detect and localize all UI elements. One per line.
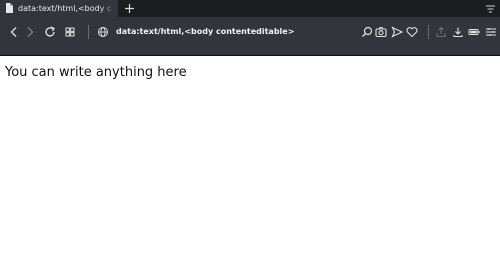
reload-icon[interactable] [43, 25, 57, 39]
tab-list-menu-icon[interactable] [485, 4, 496, 14]
document-icon [6, 3, 13, 13]
send-icon[interactable] [390, 25, 404, 39]
zoom-icon[interactable] [360, 25, 374, 39]
toolbar-divider [88, 25, 89, 39]
tab-title: data:text/html,<body contenteditable> [18, 4, 112, 13]
page-content[interactable]: You can write anything here [0, 56, 500, 253]
globe-icon [98, 27, 108, 37]
navigation-toolbar: data:text/html,<body contenteditable> [0, 17, 500, 56]
share-icon[interactable] [434, 25, 448, 39]
back-icon[interactable] [7, 25, 21, 39]
camera-icon[interactable] [374, 25, 388, 39]
download-icon[interactable] [451, 25, 465, 39]
menu-icon[interactable] [484, 25, 498, 39]
heart-icon[interactable] [405, 25, 419, 39]
new-tab-plus-icon[interactable] [124, 3, 135, 14]
tabs-grid-icon[interactable] [63, 25, 77, 39]
address-bar[interactable]: data:text/html,<body contenteditable> [116, 25, 294, 39]
editable-body-text[interactable]: You can write anything here [5, 65, 187, 81]
tab-bar: data:text/html,<body contenteditable> [0, 0, 500, 17]
active-tab[interactable]: data:text/html,<body contenteditable> [0, 0, 118, 17]
battery-icon[interactable] [467, 25, 481, 39]
forward-icon[interactable] [23, 25, 37, 39]
toolbar-divider-right [428, 25, 429, 39]
